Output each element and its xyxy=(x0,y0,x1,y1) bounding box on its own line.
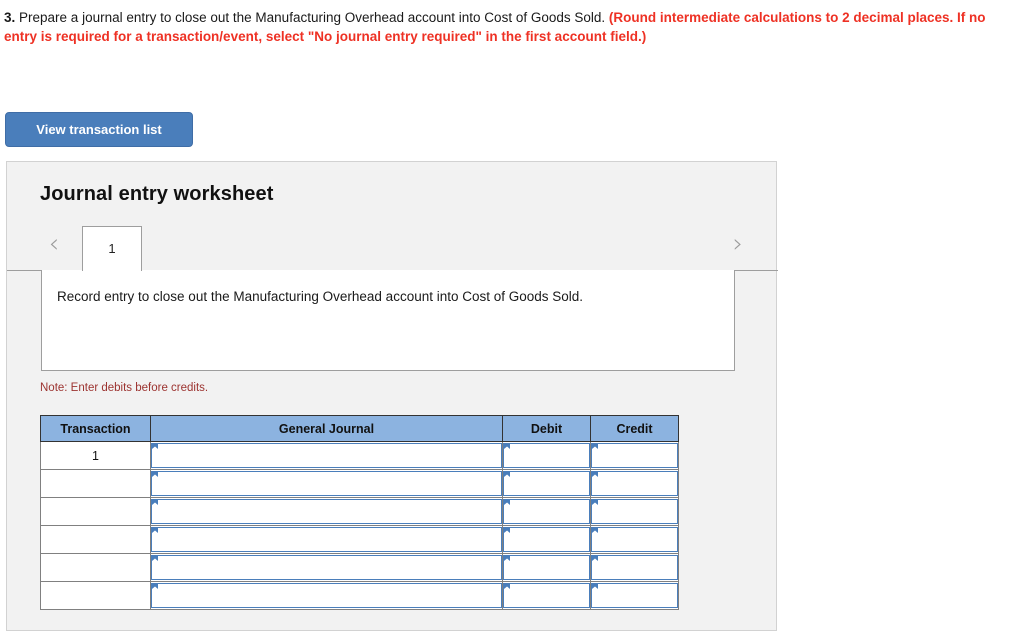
table-header-row: Transaction General Journal Debit Credit xyxy=(40,415,679,442)
credit-cell[interactable] xyxy=(590,441,679,470)
chevron-right-icon[interactable]: › xyxy=(727,230,749,260)
table-row: 1 xyxy=(40,441,679,470)
general-journal-cell[interactable] xyxy=(150,525,503,554)
question-body: Prepare a journal entry to close out the… xyxy=(19,10,606,25)
credit-input[interactable] xyxy=(591,471,678,496)
general-journal-input[interactable] xyxy=(151,499,502,524)
transaction-cell xyxy=(40,525,151,554)
general-journal-input[interactable] xyxy=(151,527,502,552)
entry-description-text: Record entry to close out the Manufactur… xyxy=(57,289,584,304)
debit-cell[interactable] xyxy=(502,553,591,582)
journal-entry-worksheet-panel: Journal entry worksheet ‹ › 1 Record ent… xyxy=(6,161,778,631)
credit-cell[interactable] xyxy=(590,525,679,554)
general-journal-input[interactable] xyxy=(151,555,502,580)
debit-input[interactable] xyxy=(503,499,590,524)
debit-cell[interactable] xyxy=(502,441,591,470)
debit-cell[interactable] xyxy=(502,581,591,610)
worksheet-tabstrip: ‹ › 1 xyxy=(7,226,778,271)
table-row xyxy=(40,553,679,582)
journal-entry-table: Transaction General Journal Debit Credit… xyxy=(40,415,679,610)
table-row xyxy=(40,497,679,526)
general-journal-cell[interactable] xyxy=(150,441,503,470)
worksheet-title: Journal entry worksheet xyxy=(40,183,274,205)
transaction-cell xyxy=(40,553,151,582)
transaction-cell xyxy=(40,469,151,498)
credit-input[interactable] xyxy=(591,583,678,608)
credit-cell[interactable] xyxy=(590,581,679,610)
credit-input[interactable] xyxy=(591,555,678,580)
credit-input[interactable] xyxy=(591,499,678,524)
credit-input[interactable] xyxy=(591,443,678,468)
general-journal-cell[interactable] xyxy=(150,581,503,610)
column-header-transaction: Transaction xyxy=(40,415,151,442)
question-number: 3. xyxy=(4,10,16,25)
table-row xyxy=(40,581,679,610)
debit-cell[interactable] xyxy=(502,497,591,526)
column-header-debit: Debit xyxy=(502,415,591,442)
debit-cell[interactable] xyxy=(502,525,591,554)
question-prompt: 3. Prepare a journal entry to close out … xyxy=(4,8,1008,46)
debit-input[interactable] xyxy=(503,555,590,580)
debit-input[interactable] xyxy=(503,583,590,608)
table-row xyxy=(40,525,679,554)
transaction-cell xyxy=(40,581,151,610)
credit-input[interactable] xyxy=(591,527,678,552)
general-journal-input[interactable] xyxy=(151,583,502,608)
column-header-credit: Credit xyxy=(590,415,679,442)
table-row xyxy=(40,469,679,498)
general-journal-cell[interactable] xyxy=(150,497,503,526)
worksheet-tab-1[interactable]: 1 xyxy=(82,226,142,271)
transaction-cell xyxy=(40,497,151,526)
credit-cell[interactable] xyxy=(590,553,679,582)
general-journal-input[interactable] xyxy=(151,443,502,468)
credit-cell[interactable] xyxy=(590,469,679,498)
debit-input[interactable] xyxy=(503,527,590,552)
chevron-left-icon[interactable]: ‹ xyxy=(43,230,65,260)
debits-before-credits-note: Note: Enter debits before credits. xyxy=(40,382,209,394)
column-header-general-journal: General Journal xyxy=(150,415,503,442)
transaction-cell: 1 xyxy=(40,441,151,470)
general-journal-input[interactable] xyxy=(151,471,502,496)
general-journal-cell[interactable] xyxy=(150,553,503,582)
entry-description-box: Record entry to close out the Manufactur… xyxy=(41,270,735,371)
debit-cell[interactable] xyxy=(502,469,591,498)
debit-input[interactable] xyxy=(503,471,590,496)
view-transaction-list-button[interactable]: View transaction list xyxy=(5,112,193,147)
credit-cell[interactable] xyxy=(590,497,679,526)
general-journal-cell[interactable] xyxy=(150,469,503,498)
debit-input[interactable] xyxy=(503,443,590,468)
